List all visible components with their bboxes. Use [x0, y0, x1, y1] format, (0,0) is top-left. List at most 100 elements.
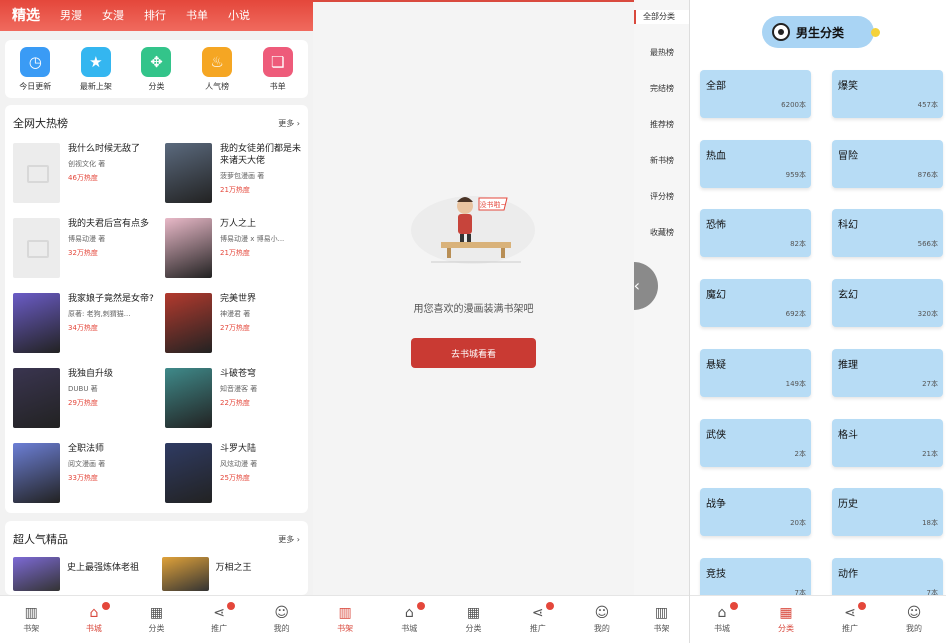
notification-dot	[417, 602, 426, 610]
category-item[interactable]: 悬疑 149本	[700, 348, 811, 397]
rank-item[interactable]: 全部分类	[634, 10, 689, 24]
rank-item[interactable]: 最热榜	[634, 46, 689, 60]
notification-dot	[545, 602, 554, 610]
book-item[interactable]: 万人之上 博易动漫 x 博易小... 21万热度	[165, 218, 305, 278]
book-item[interactable]: 史上最强炼体老祖	[13, 557, 152, 591]
rank-item[interactable]: 完结榜	[634, 82, 689, 96]
book-item[interactable]: 完美世界 神漫君 著 27万热度	[165, 293, 305, 353]
tab-ranking[interactable]: 排行	[144, 9, 166, 23]
nav-category[interactable]: ▦ 分类	[125, 596, 188, 643]
more-link[interactable]: 更多 ›	[278, 118, 300, 129]
bottom-nav: ▥ 书架 ⌂ 书城 ▦ 分类 ⋖ 推广 ☺ 我的	[0, 595, 313, 643]
category-name: 历史	[838, 499, 858, 511]
book-heat: 21万热度	[220, 249, 250, 257]
category-count: 566本	[917, 240, 938, 249]
shortcut-popular[interactable]: ♨ 人气榜	[192, 47, 242, 98]
shortcut-booklist[interactable]: ❏ 书单	[253, 47, 303, 98]
bottom-nav: ⌂ 书城 ▦ 分类 ⋖ 推广 ☺ 我的	[690, 595, 946, 643]
nav-user[interactable]: ☺ 我的	[882, 596, 946, 643]
tab-male-comics[interactable]: 男漫	[60, 9, 82, 23]
notification-dot	[227, 602, 236, 610]
hot-ranking-section: 全网大热榜 更多 › 我什么时候无敌了 创视文化 著 46万热度 我的女徒弟们都是未来…	[5, 105, 308, 513]
category-item[interactable]: 武侠 2本	[700, 418, 811, 467]
rank-item[interactable]: 推荐榜	[634, 118, 689, 132]
shortcut-label: 书单	[269, 82, 286, 91]
hot-book-grid: 我什么时候无敌了 创视文化 著 46万热度 我的女徒弟们都是未来诸天大佬 菠萝包漫画 著…	[13, 143, 301, 503]
category-item[interactable]: 格斗 21本	[832, 418, 943, 467]
collapse-handle[interactable]: ‹	[634, 262, 658, 310]
nav-home[interactable]: ⌂ 书城	[63, 596, 126, 643]
book-author: 知音漫客 著	[220, 385, 258, 393]
rank-item[interactable]: 评分榜	[634, 190, 689, 204]
nav-user[interactable]: ☺ 我的	[570, 596, 634, 643]
category-count: 876本	[917, 170, 938, 179]
shortcut-label: 人气榜	[205, 82, 230, 91]
category-item[interactable]: 推理 27本	[832, 348, 943, 397]
go-to-store-button[interactable]: 去书城看看	[411, 338, 536, 368]
flame-icon: ♨	[202, 47, 233, 77]
nav-share[interactable]: ⋖ 推广	[818, 596, 882, 643]
category-title: 男生分类	[796, 25, 845, 40]
share-icon: ⋖	[213, 605, 225, 621]
book-item[interactable]: 万相之王	[161, 557, 301, 591]
user-icon: ☺	[906, 605, 922, 621]
tab-novel[interactable]: 小说	[228, 9, 250, 23]
category-item[interactable]: 科幻 566本	[832, 209, 943, 258]
book-item[interactable]: 斗破苍穹 知音漫客 著 22万热度	[165, 368, 305, 428]
book-title: 全职法师	[68, 444, 105, 454]
nav-share[interactable]: ⋖ 推广	[188, 596, 251, 643]
tab-booklist[interactable]: 书单	[186, 9, 208, 23]
rank-item[interactable]: 收藏榜	[634, 226, 689, 240]
book-item[interactable]: 全职法师 阅文漫画 著 33万热度	[13, 443, 165, 503]
book-item[interactable]: 我的女徒弟们都是未来诸天大佬 菠萝包漫画 著 21万热度	[165, 143, 305, 203]
nav-home[interactable]: ⌂ 书城	[377, 596, 441, 643]
nav-label: 书架	[653, 624, 670, 633]
shortcut-category[interactable]: ✥ 分类	[131, 47, 181, 98]
nav-label: 书架	[23, 624, 40, 633]
nav-share[interactable]: ⋖ 推广	[506, 596, 570, 643]
book-item[interactable]: 我什么时候无敌了 创视文化 著 46万热度	[13, 143, 165, 203]
more-link[interactable]: 更多 ›	[278, 534, 300, 545]
category-title-badge: 男生分类	[762, 16, 880, 48]
category-name: 冒险	[838, 150, 858, 162]
book-item[interactable]: 我家娘子竟然是女帝? 原著: 老狗,刺猬猫... 34万热度	[13, 293, 165, 353]
nav-bookshelf[interactable]: ▥ 书架	[0, 596, 63, 643]
category-item[interactable]: 魔幻 692本	[700, 279, 811, 328]
nav-label: 书城	[401, 624, 418, 633]
book-heat: 32万热度	[68, 249, 98, 257]
decor-dot	[871, 28, 880, 37]
category-item[interactable]: 战争 20本	[700, 488, 811, 537]
nav-category[interactable]: ▦ 分类	[754, 596, 818, 643]
nav-user[interactable]: ☺ 我的	[250, 596, 313, 643]
home-icon: ⌂	[717, 605, 727, 621]
tab-featured[interactable]: 精选	[12, 9, 40, 23]
bottom-nav: ▥ 书架	[634, 595, 689, 643]
nav-home[interactable]: ⌂ 书城	[690, 596, 754, 643]
category-item[interactable]: 恐怖 82本	[700, 209, 811, 258]
shortcut-new-arrivals[interactable]: ★ 最新上架	[71, 47, 121, 98]
category-item[interactable]: 冒险 876本	[832, 139, 943, 188]
book-item[interactable]: 我的夫君后宫有点多 博易动漫 著 32万热度	[13, 218, 165, 278]
bookshelf-screen: 没书啦~ 用您喜欢的漫画装满书架吧 去书城看看 ▥ 书架 ⌂ 书城 ▦ 分类 ⋖ 推广 ☺ 我的	[313, 0, 634, 643]
nav-bookshelf[interactable]: ▥ 书架	[313, 596, 377, 643]
rank-item[interactable]: 新书榜	[634, 154, 689, 168]
book-cover	[165, 293, 212, 353]
category-item[interactable]: 历史 18本	[832, 488, 943, 537]
shortcut-today-update[interactable]: ◷ 今日更新	[10, 47, 60, 98]
category-item[interactable]: 全部 6200本	[700, 70, 811, 118]
empty-shelf-illustration: 没书啦~	[411, 196, 535, 264]
nav-bookshelf[interactable]: ▥ 书架	[634, 596, 689, 643]
bottom-nav: ▥ 书架 ⌂ 书城 ▦ 分类 ⋖ 推广 ☺ 我的	[313, 595, 634, 643]
category-item[interactable]: 热血 959本	[700, 139, 811, 188]
user-icon: ☺	[274, 605, 289, 621]
book-item[interactable]: 斗罗大陆 风炫动漫 著 25万热度	[165, 443, 305, 503]
book-cover	[165, 218, 212, 278]
book-title: 我家娘子竟然是女帝?	[68, 294, 154, 304]
book-title: 斗罗大陆	[220, 444, 257, 454]
book-item[interactable]: 我独自升级 DUBU 著 29万热度	[13, 368, 165, 428]
tab-female-comics[interactable]: 女漫	[102, 9, 124, 23]
book-cover	[165, 443, 212, 503]
category-item[interactable]: 爆笑 457本	[832, 70, 943, 118]
nav-category[interactable]: ▦ 分类	[441, 596, 505, 643]
category-item[interactable]: 玄幻 320本	[832, 279, 943, 328]
